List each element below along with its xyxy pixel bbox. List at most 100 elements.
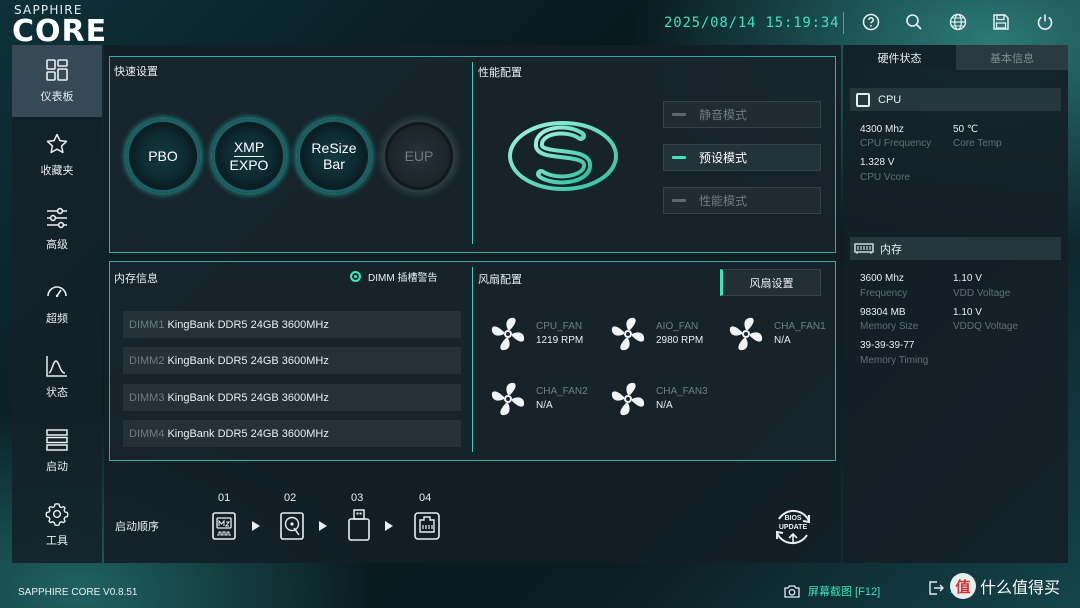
bar-label: Bar — [323, 156, 345, 172]
dashboard-icon — [46, 59, 68, 81]
camera-icon — [784, 585, 800, 598]
fan-rpm: 1219 RPM — [536, 335, 584, 346]
dimm-row: DIMM4 KingBank DDR5 24GB 3600MHz — [123, 420, 461, 447]
performance-mode-button[interactable]: 性能模式 — [663, 187, 821, 214]
help-icon[interactable] — [860, 11, 882, 33]
dimm-slot: DIMM3 — [129, 391, 165, 404]
dimm-value: KingBank DDR5 24GB 3600MHz — [167, 318, 329, 331]
cpu-vcore-value: 1.328 V — [860, 157, 895, 168]
sidebar-item-boot[interactable]: 启动 — [12, 415, 102, 487]
save-icon[interactable] — [990, 11, 1012, 33]
fan-rpm: N/A — [656, 400, 673, 411]
boot-order-title: 启动顺序 — [115, 521, 159, 533]
sidebar-item-overclock[interactable]: 超频 — [12, 267, 102, 339]
boot-order-number: 03 — [351, 492, 364, 504]
mode-label: 预设模式 — [699, 151, 748, 165]
gauge-icon — [47, 286, 67, 298]
screenshot-button[interactable]: 屏幕截图 [F12] — [784, 583, 880, 599]
watermark-badge: 值 — [950, 573, 976, 599]
mem-vddq-label: VDDQ Voltage — [953, 321, 1019, 332]
mode-indicator — [672, 113, 686, 116]
boot-order-number: 02 — [284, 492, 297, 504]
boot-arrow-icon — [319, 521, 327, 531]
search-icon[interactable] — [903, 11, 925, 33]
boot-arrow-icon — [252, 521, 260, 531]
tab-hardware-status[interactable]: 硬件状态 — [843, 45, 956, 70]
sidebar-item-status[interactable]: 状态 — [12, 341, 102, 413]
fan-cpu[interactable]: CPU_FAN 1219 RPM — [490, 316, 583, 352]
sidebar-item-label: 超频 — [46, 313, 68, 325]
cpu-freq-value: 4300 Mhz — [860, 124, 904, 135]
mem-timing-value: 39-39-39-77 — [860, 340, 915, 351]
fan-name: AIO_FAN — [656, 321, 699, 332]
fan-name: CHA_FAN3 — [656, 386, 708, 397]
tab-basic-info[interactable]: 基本信息 — [956, 45, 1068, 70]
sidebar-item-label: 收藏夹 — [40, 165, 74, 177]
sidebar-item-label: 状态 — [46, 387, 68, 399]
expo-label: EXPO — [229, 157, 269, 173]
star-icon — [46, 133, 68, 154]
m2-drive-icon[interactable] — [210, 510, 238, 542]
eup-label: EUP — [404, 148, 434, 164]
fan-settings-button[interactable]: 风扇设置 — [720, 269, 821, 296]
cpu-title: CPU — [878, 93, 902, 106]
resize-label: ReSize — [311, 140, 357, 156]
dimm-slot: DIMM2 — [129, 354, 165, 367]
mem-size-label: Memory Size — [860, 321, 919, 332]
memory-icon — [854, 242, 874, 254]
sidebar-item-tools[interactable]: 工具 — [12, 489, 102, 561]
globe-icon[interactable] — [947, 11, 969, 33]
eup-toggle[interactable]: EUP — [382, 119, 456, 193]
mode-indicator — [672, 199, 686, 202]
server-icon — [46, 429, 68, 451]
pbo-toggle[interactable]: PBO — [126, 119, 200, 193]
dimm-row: DIMM1 KingBank DDR5 24GB 3600MHz — [123, 311, 461, 338]
mem-timing-label: Memory Timing — [860, 355, 929, 366]
sidebar: 仪表板 收藏夹 高级 超频 状态 启动 工具 — [12, 45, 102, 563]
sidebar-item-label: 工具 — [46, 535, 68, 547]
silent-mode-button[interactable]: 静音模式 — [663, 101, 821, 128]
dimm-slot: DIMM4 — [129, 427, 165, 440]
power-icon[interactable] — [1034, 11, 1056, 33]
update-label: UPDATE — [778, 524, 808, 531]
sidebar-item-label: 高级 — [46, 239, 68, 251]
xmp-expo-toggle[interactable]: XMP EXPO — [212, 119, 286, 193]
network-card-icon[interactable] — [412, 510, 442, 542]
preset-mode-button[interactable]: 预设模式 — [663, 144, 821, 171]
fan-rpm: N/A — [536, 400, 553, 411]
exit-icon — [929, 581, 944, 595]
datetime-display: 2025/08/14 15:19:34 — [664, 15, 840, 31]
fan-cha2[interactable]: CHA_FAN2 N/A — [490, 381, 588, 417]
boot-arrow-icon — [385, 521, 393, 531]
resize-bar-toggle[interactable]: ReSize Bar — [297, 119, 371, 193]
usb-drive-icon[interactable] — [345, 508, 373, 542]
mode-label: 静音模式 — [699, 108, 748, 122]
fan-cha1[interactable]: CHA_FAN1 N/A — [728, 316, 826, 352]
hard-disk-icon[interactable] — [278, 510, 306, 542]
memory-header-title: 内存 — [880, 243, 902, 256]
mem-freq-value: 3600 Mhz — [860, 273, 904, 284]
sapphire-logo-icon — [508, 121, 618, 191]
bios-label: BIOS — [784, 515, 802, 522]
pbo-label: PBO — [148, 148, 178, 164]
memory-title: 内存信息 — [114, 273, 158, 285]
mem-size-value: 98304 MB — [860, 307, 906, 318]
watermark: 值 什么值得买 — [950, 571, 1076, 601]
memory-header: 内存 — [850, 237, 1061, 260]
sidebar-item-dashboard[interactable]: 仪表板 — [12, 45, 102, 117]
fan-icon — [491, 382, 525, 416]
sidebar-item-advanced[interactable]: 高级 — [12, 193, 102, 265]
fan-aio[interactable]: AIO_FAN 2980 RPM — [610, 316, 703, 352]
fan-icon — [729, 317, 763, 351]
cpu-temp-value: 50 ℃ — [953, 124, 979, 135]
sidebar-item-favorites[interactable]: 收藏夹 — [12, 119, 102, 191]
fan-cha3[interactable]: CHA_FAN3 N/A — [610, 381, 708, 417]
bios-update-button[interactable]: BIOS UPDATE — [771, 505, 815, 549]
mem-vddq-value: 1.10 V — [953, 307, 982, 318]
cpu-temp-label: Core Temp — [953, 138, 1002, 149]
sliders-icon — [47, 207, 67, 229]
version-label: SAPPHIRE CORE V0.8.51 — [18, 587, 138, 598]
dimm-value: KingBank DDR5 24GB 3600MHz — [167, 427, 329, 440]
dimm-value: KingBank DDR5 24GB 3600MHz — [167, 354, 329, 367]
screenshot-label: 屏幕截图 [F12] — [808, 586, 881, 598]
